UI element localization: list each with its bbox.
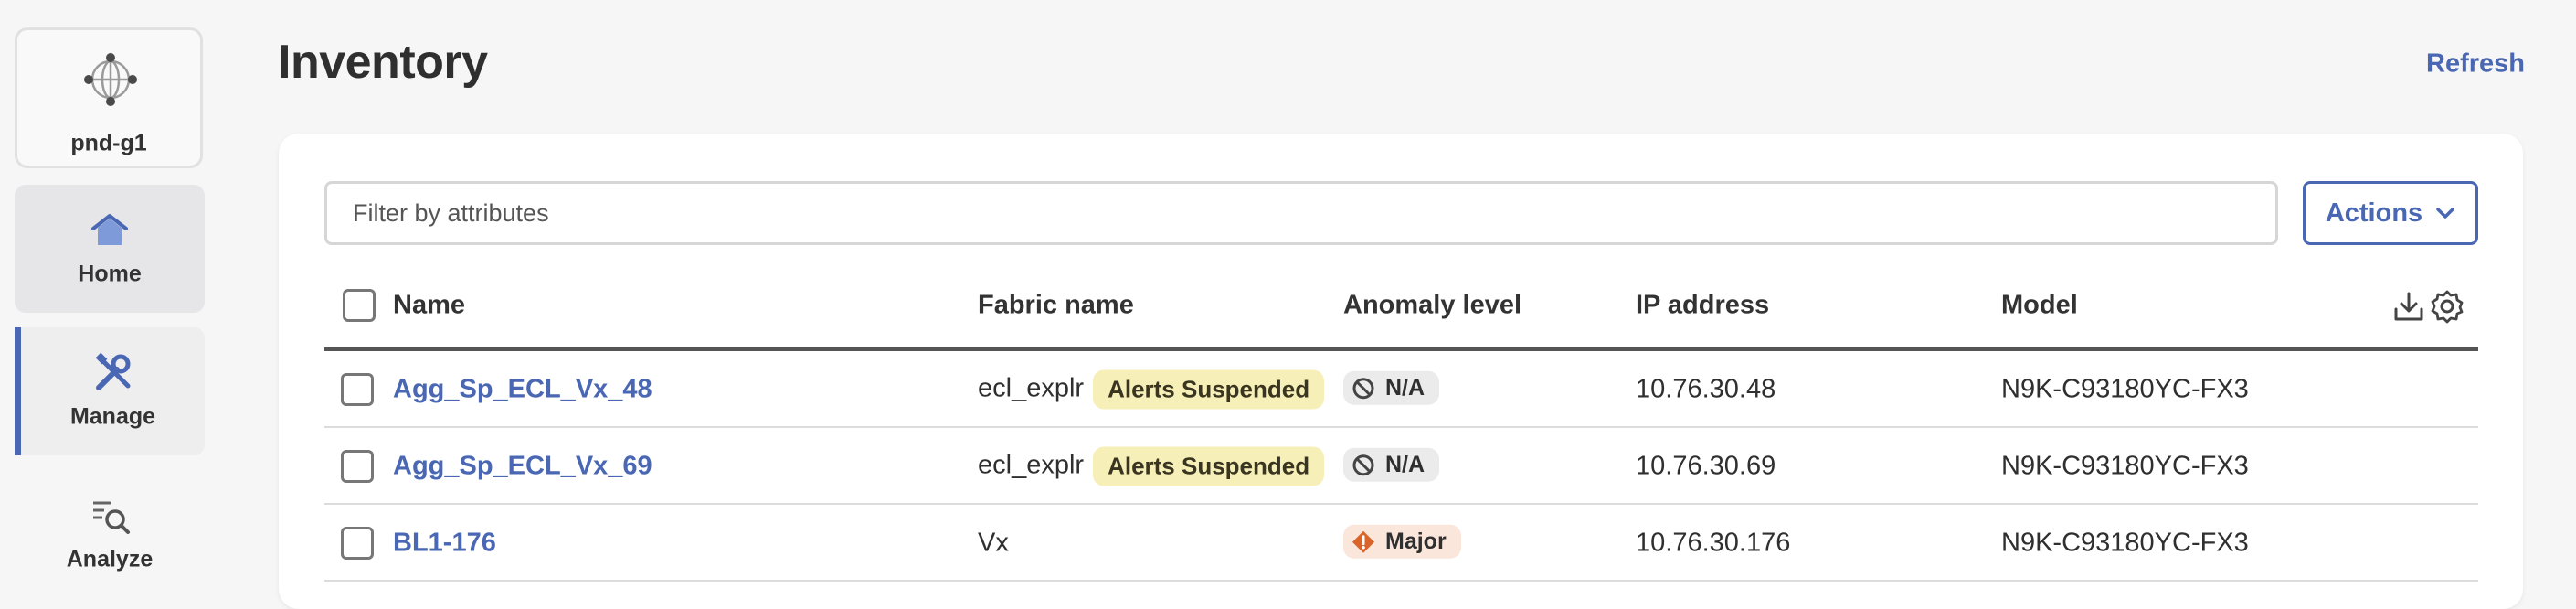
not-available-icon <box>1352 454 1374 475</box>
home-icon <box>91 214 128 245</box>
table-row[interactable]: Agg_Sp_ECL_Vx_48 ecl_explr Alerts Suspend… <box>324 351 2478 428</box>
anomaly-cell: N/A <box>1343 447 1440 486</box>
anomaly-cell: N/A <box>1343 370 1440 409</box>
sidebar-item-label: Home <box>78 261 142 287</box>
not-available-icon <box>1352 377 1374 399</box>
model: N9K-C93180YC-FX3 <box>2001 451 2249 481</box>
actions-label: Actions <box>2325 198 2423 228</box>
page-title: Inventory <box>278 36 488 89</box>
row-checkbox[interactable] <box>341 450 374 483</box>
ip-address: 10.76.30.48 <box>1636 374 1776 404</box>
analyze-search-icon <box>93 501 130 534</box>
filter-input[interactable] <box>324 181 2278 245</box>
site-label: pnd-g1 <box>70 130 147 156</box>
globe-network-icon <box>84 53 137 106</box>
anomaly-label: N/A <box>1385 374 1426 401</box>
anomaly-badge: N/A <box>1343 447 1440 482</box>
sidebar-item-home[interactable]: Home <box>15 185 205 313</box>
row-checkbox[interactable] <box>341 527 374 560</box>
inventory-panel: Actions Name Fabric name Anomaly level I… <box>279 134 2523 609</box>
status-badge: Alerts Suspended <box>1093 369 1325 410</box>
sidebar: pnd-g1 Home Manage Analyze <box>0 0 219 586</box>
column-header-ip[interactable]: IP address <box>1636 291 1769 321</box>
model: N9K-C93180YC-FX3 <box>2001 528 2249 558</box>
inventory-table: Name Fabric name Anomaly level IP addres… <box>324 271 2478 582</box>
site-selector[interactable]: pnd-g1 <box>15 27 203 168</box>
table-row[interactable]: Agg_Sp_ECL_Vx_69 ecl_explr Alerts Suspend… <box>324 428 2478 505</box>
column-header-name[interactable]: Name <box>393 291 465 321</box>
actions-button[interactable]: Actions <box>2303 181 2478 245</box>
row-checkbox[interactable] <box>341 373 374 406</box>
warning-diamond-icon <box>1352 530 1374 553</box>
sidebar-item-manage[interactable]: Manage <box>15 327 205 455</box>
download-icon[interactable] <box>2391 289 2426 324</box>
anomaly-label: Major <box>1385 528 1447 554</box>
fabric-name: ecl_explr <box>978 450 1085 480</box>
column-header-fabric[interactable]: Fabric name <box>978 291 1134 321</box>
anomaly-label: N/A <box>1385 451 1426 477</box>
fabric-cell: Vx <box>978 529 1009 559</box>
refresh-button[interactable]: Refresh <box>2426 49 2525 80</box>
device-name-link[interactable]: Agg_Sp_ECL_Vx_48 <box>393 375 652 405</box>
fabric-name: Vx <box>978 528 1009 558</box>
anomaly-badge: Major <box>1343 524 1461 559</box>
anomaly-badge: N/A <box>1343 370 1440 405</box>
table-header: Name Fabric name Anomaly level IP addres… <box>324 271 2478 351</box>
ip-address: 10.76.30.69 <box>1636 451 1776 481</box>
model: N9K-C93180YC-FX3 <box>2001 374 2249 404</box>
chevron-down-icon <box>2436 208 2454 219</box>
fabric-name: ecl_explr <box>978 373 1085 403</box>
column-header-anomaly[interactable]: Anomaly level <box>1343 291 1521 321</box>
device-name-link[interactable]: BL1-176 <box>393 529 496 559</box>
anomaly-cell: Major <box>1343 524 1461 562</box>
status-badge: Alerts Suspended <box>1093 446 1325 486</box>
column-header-model[interactable]: Model <box>2001 291 2078 321</box>
sidebar-item-label: Analyze <box>66 546 154 572</box>
select-all-checkbox[interactable] <box>343 289 376 322</box>
fabric-cell: ecl_explr Alerts Suspended <box>978 446 1325 486</box>
sidebar-item-analyze[interactable]: Analyze <box>15 470 205 598</box>
ip-address: 10.76.30.176 <box>1636 528 1791 558</box>
fabric-cell: ecl_explr Alerts Suspended <box>978 369 1325 410</box>
device-name-link[interactable]: Agg_Sp_ECL_Vx_69 <box>393 452 652 482</box>
table-row[interactable]: BL1-176 Vx Major 10.76.30.176 N9K-C93180… <box>324 505 2478 582</box>
tools-icon <box>95 352 130 390</box>
sidebar-item-label: Manage <box>69 403 156 430</box>
gear-icon[interactable] <box>2430 289 2465 324</box>
